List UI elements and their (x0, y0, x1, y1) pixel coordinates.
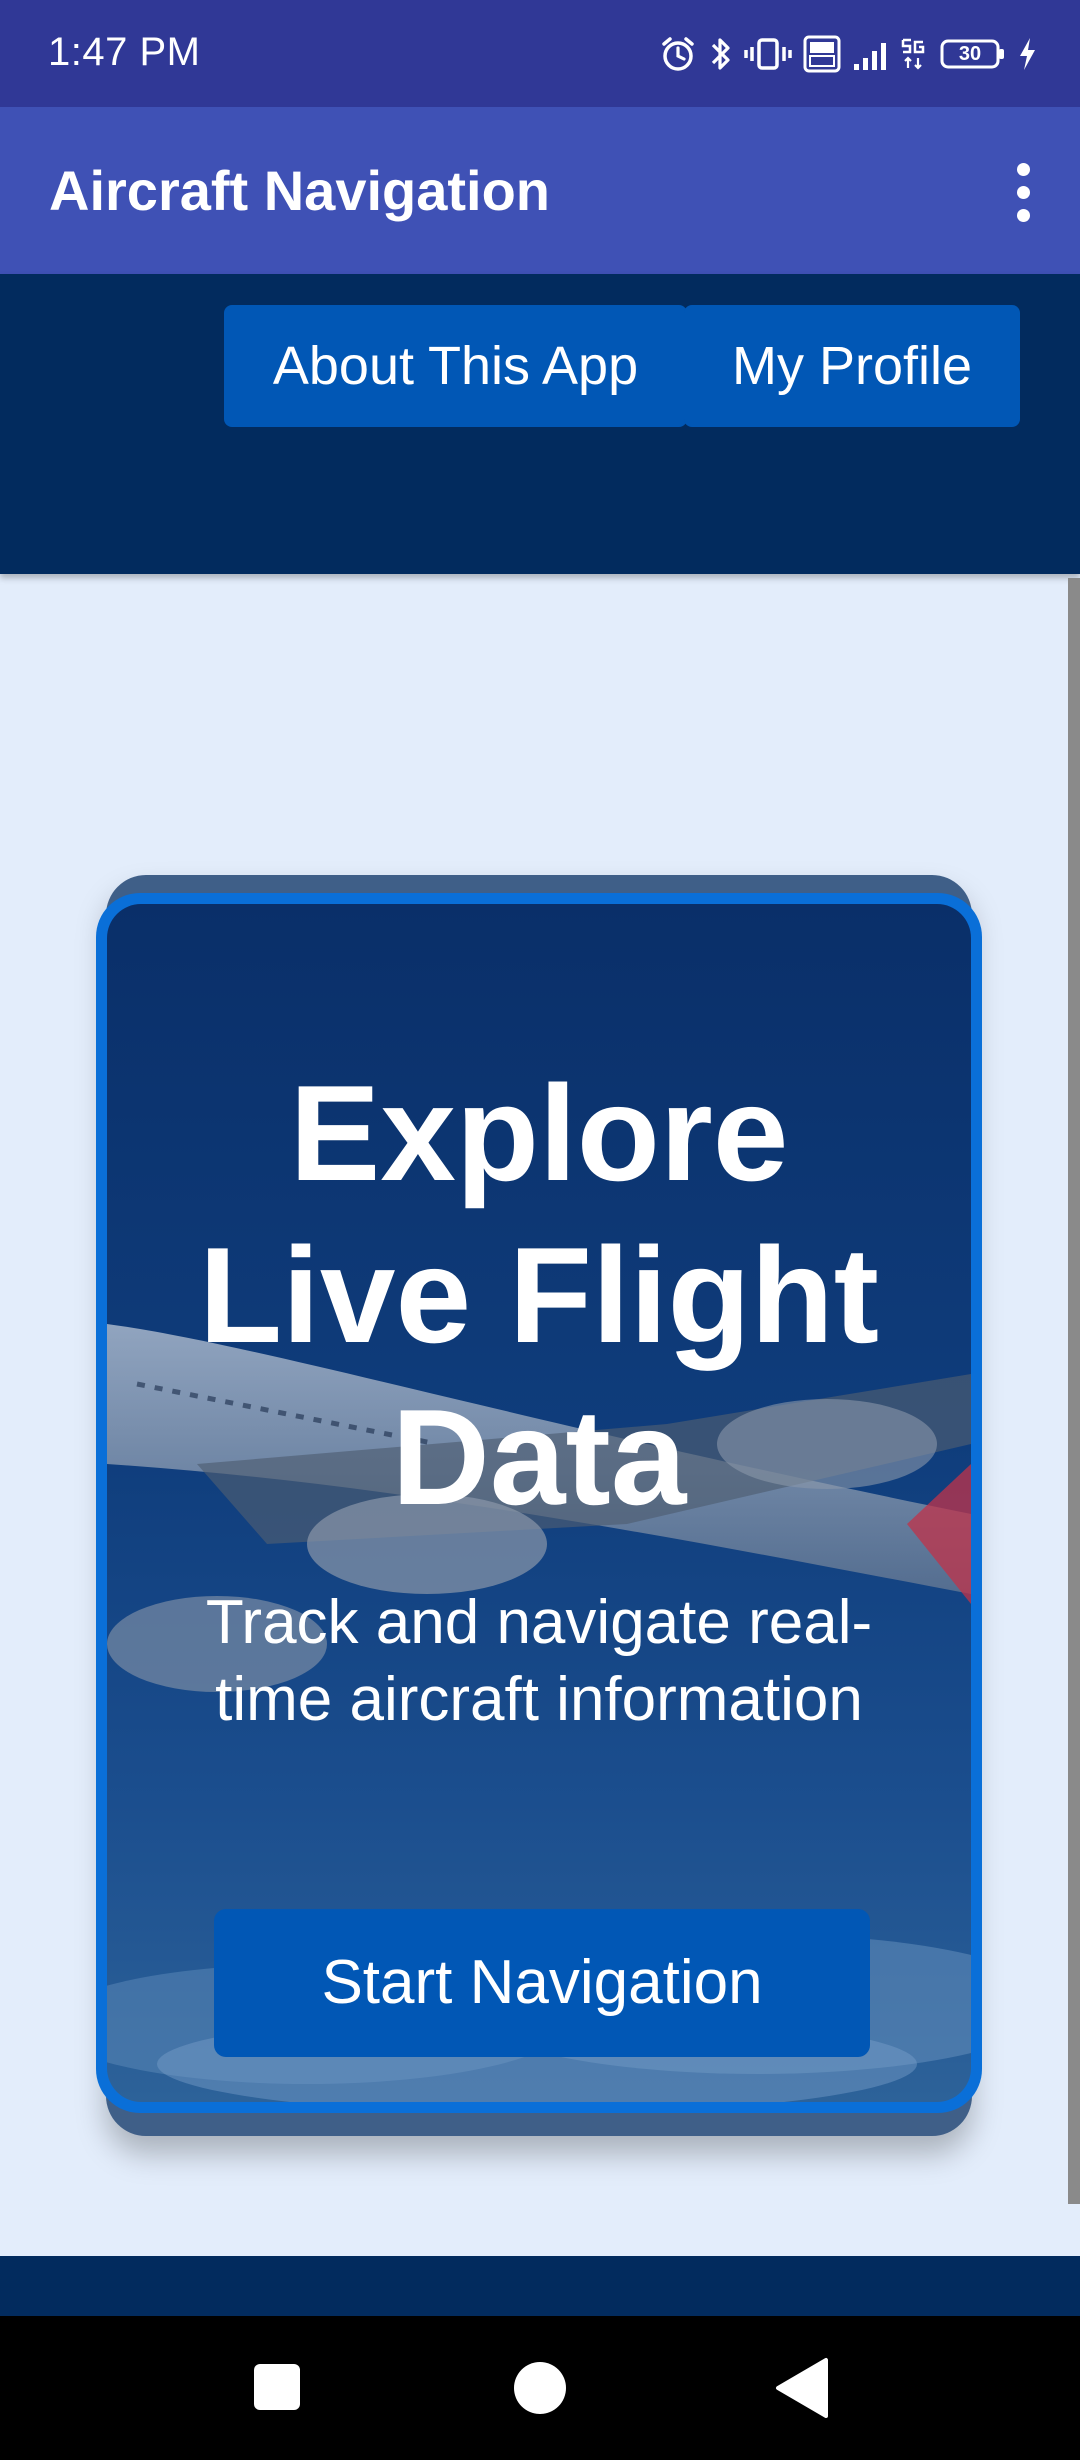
square-icon (254, 2364, 300, 2410)
scrollbar[interactable] (1068, 578, 1080, 2204)
app-bar: Aircraft Navigation (0, 107, 1080, 274)
system-navigation-bar (0, 2316, 1080, 2460)
bluetooth-icon (708, 34, 734, 74)
hero-subtitle: Track and navigate real-time aircraft in… (205, 1588, 873, 1734)
about-app-button[interactable]: About This App (224, 305, 687, 427)
back-button[interactable] (753, 2338, 853, 2438)
status-icons: 30 (658, 30, 1038, 78)
signal-icon (852, 34, 890, 74)
status-bar: 1:47 PM 30 (0, 0, 1080, 107)
home-button[interactable] (490, 2338, 590, 2438)
my-profile-button[interactable]: My Profile (684, 305, 1020, 427)
vibrate-icon (744, 34, 792, 74)
battery-icon: 30 (940, 34, 1006, 74)
status-time: 1:47 PM (48, 30, 201, 74)
charging-icon (1016, 34, 1038, 74)
app-title: Aircraft Navigation (49, 159, 550, 222)
triangle-back-icon (776, 2358, 828, 2418)
battery-level: 30 (958, 43, 982, 65)
5g-icon (900, 34, 930, 74)
hero-card: Explore Live Flight Data Track and navig… (96, 893, 982, 2113)
start-navigation-button[interactable]: Start Navigation (214, 1909, 870, 2057)
alarm-icon (658, 34, 698, 74)
hero-background: Explore Live Flight Data Track and navig… (107, 904, 971, 2102)
volte-icon (802, 34, 842, 74)
circle-icon (514, 2362, 566, 2414)
more-vert-icon[interactable] (988, 157, 1058, 227)
nav-header: About This App My Profile (0, 274, 1080, 574)
recents-button[interactable] (227, 2338, 327, 2438)
hero-title: Explore Live Flight Data (199, 1057, 879, 1533)
footer-strip (0, 2256, 1080, 2316)
